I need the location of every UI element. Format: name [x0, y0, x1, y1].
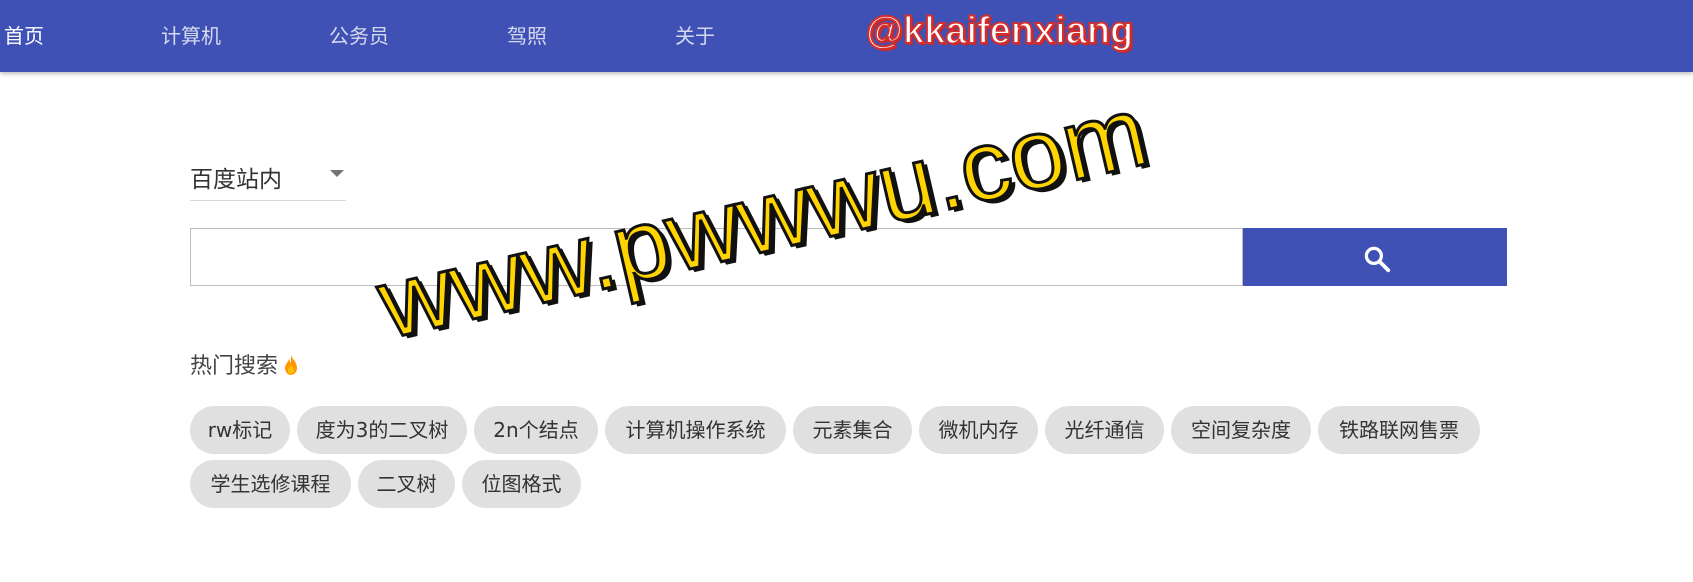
hot-tag[interactable]: 光纤通信: [1045, 406, 1164, 454]
hot-tag[interactable]: 微机内存: [919, 406, 1038, 454]
site-watermark: www.pwwwu.com: [367, 73, 1159, 361]
caret-down-icon: [330, 170, 344, 177]
account-handle-watermark: @kkaifenxiang: [865, 9, 1134, 53]
hot-tag[interactable]: 元素集合: [793, 406, 912, 454]
hot-tag[interactable]: 度为3的二叉树: [297, 406, 467, 454]
nav-item-computer[interactable]: 计算机: [161, 0, 221, 72]
search-engine-select[interactable]: 百度站内: [190, 152, 346, 201]
fire-icon: [285, 355, 298, 375]
nav-item-home[interactable]: 首页: [4, 0, 44, 72]
top-nav-bar: 首页 计算机 公务员 驾照 关于 @kkaifenxiang: [0, 0, 1693, 72]
nav-item-driving-license[interactable]: 驾照: [507, 0, 547, 72]
hot-tag[interactable]: 铁路联网售票: [1318, 406, 1480, 454]
hot-tag[interactable]: 空间复杂度: [1171, 406, 1311, 454]
nav-item-civil-servant[interactable]: 公务员: [329, 0, 389, 72]
hot-tag[interactable]: 学生选修课程: [190, 460, 351, 508]
hot-tag[interactable]: 计算机操作系统: [605, 406, 786, 454]
hot-search-title: 热门搜索: [190, 354, 279, 379]
hot-tag[interactable]: rw标记: [190, 406, 290, 454]
search-button[interactable]: [1243, 228, 1507, 286]
hot-tag[interactable]: 位图格式: [462, 460, 581, 508]
search-engine-selected-value: 百度站内: [190, 167, 282, 193]
search-icon: [1364, 246, 1391, 273]
hot-tag[interactable]: 二叉树: [358, 460, 455, 508]
nav-item-about[interactable]: 关于: [675, 0, 715, 72]
hot-search-heading: 热门搜索: [190, 348, 300, 380]
hot-tag[interactable]: 2n个结点: [474, 406, 598, 454]
search-input[interactable]: [190, 228, 1243, 286]
